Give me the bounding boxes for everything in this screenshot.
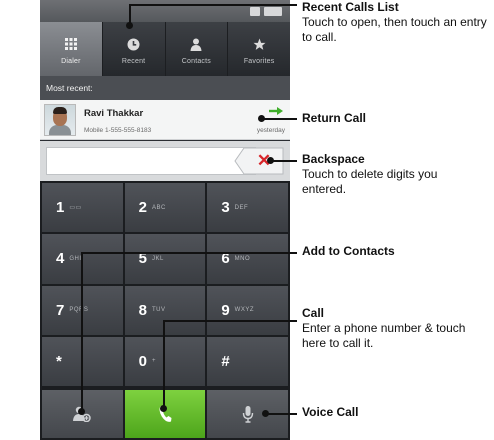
callout-return-call: Return Call [302,111,366,126]
callout-line-return [262,118,297,120]
callout-desc: Touch to open, then touch an entry to ca… [302,15,487,44]
callout-title: Add to Contacts [302,244,395,258]
digits-row: ✕ [40,141,290,181]
tab-dialer[interactable]: Dialer [40,22,103,76]
tab-recent-label: Recent [121,58,146,65]
callout-recent-calls-list: Recent Calls List Touch to open, then to… [302,0,487,45]
digits-field[interactable] [46,147,256,175]
phone-screen: Dialer Recent Contacts Favorites Most re… [40,0,290,440]
tab-dialer-label: Dialer [61,58,81,65]
callout-title: Backspace [302,152,365,166]
callout-add-to-contacts: Add to Contacts [302,244,395,259]
callout-title: Voice Call [302,405,359,419]
callout-line-backspace [271,160,297,162]
callout-desc: Enter a phone number & touch here to cal… [302,321,466,350]
callout-line-call-v [163,320,165,408]
callout-title: Return Call [302,111,367,125]
star-icon [251,36,267,52]
contact-number: Mobile 1-555-555-8183 [84,127,152,134]
callout-line-add-h [81,252,297,254]
avatar [44,104,76,136]
callout-line-voice [266,413,297,415]
callout-title: Call [302,306,325,320]
most-recent-header: Most recent: [40,76,290,100]
keypad: 1 ▭▭ 2 ABC 3 DEF 4 GHI 5 JKL 6 MNO 7 PQRS 8 TUV … [40,181,290,388]
key-5[interactable]: 5 JKL [124,234,206,284]
callout-backspace: Backspace Touch to delete digits you ent… [302,152,462,197]
callout-line-recent-h [129,4,297,6]
tab-favorites-label: Favorites [243,58,275,65]
call-button[interactable] [124,390,206,438]
action-row [40,388,290,440]
callout-line-add-v [81,252,83,412]
contact-name: Ravi Thakkar [84,108,144,119]
status-icons [250,5,282,17]
callout-desc: Touch to delete digits you entered. [302,167,438,196]
key-6[interactable]: 6 MNO [207,234,288,284]
callout-line-recent-v [129,4,131,26]
voicemail-icon: ▭▭ [69,205,82,212]
callout-title: Recent Calls List [302,0,399,14]
return-call-icon[interactable] [268,106,284,116]
call-time: yesterday [256,127,285,134]
tab-contacts[interactable]: Contacts [166,22,229,76]
tab-bar: Dialer Recent Contacts Favorites [40,22,290,76]
recent-call-entry[interactable]: Ravi Thakkar Mobile 1-555-555-8183 yeste… [40,100,290,140]
clock-icon [126,36,142,52]
person-icon [188,36,204,52]
tab-contacts-label: Contacts [181,58,211,65]
battery-icon [264,6,282,16]
tab-recent[interactable]: Recent [103,22,166,76]
key-2[interactable]: 2 ABC [124,183,206,233]
callout-call: Call Enter a phone number & touch here t… [302,306,472,351]
callout-line-call-h [163,320,297,322]
key-1[interactable]: 1 ▭▭ [42,183,123,233]
microphone-icon [242,406,253,423]
dialpad-icon [63,36,79,52]
tab-favorites[interactable]: Favorites [228,22,290,76]
callout-voice-call: Voice Call [302,405,358,420]
key-3[interactable]: 3 DEF [207,183,288,233]
key-hash[interactable]: # [207,336,288,386]
key-9[interactable]: 9 WXYZ [207,285,288,335]
signal-icon [250,6,260,16]
